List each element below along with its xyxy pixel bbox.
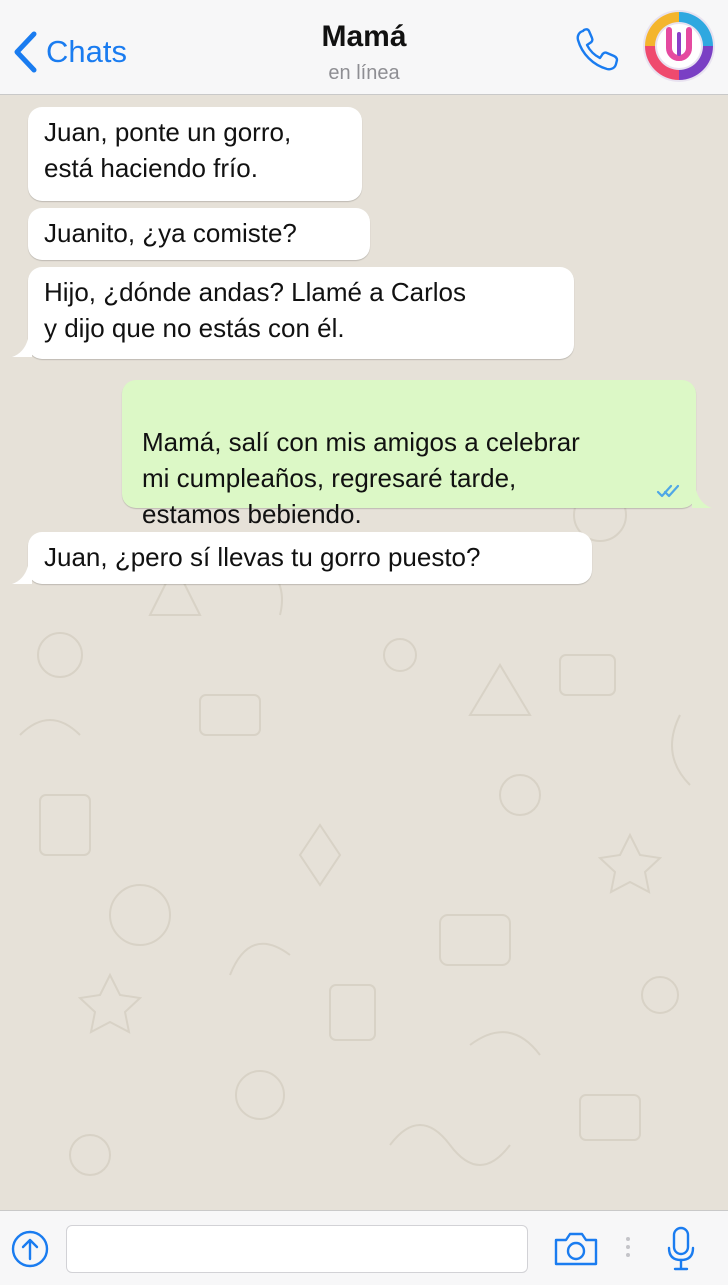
- bubble-tail: [12, 339, 32, 357]
- phone-icon[interactable]: [573, 26, 623, 74]
- message-bubble-incoming[interactable]: Hijo, ¿dónde andas? Llamé a Carlos y dij…: [28, 267, 574, 359]
- double-check-icon: [656, 484, 680, 498]
- composer-bar: [0, 1210, 728, 1285]
- message-list[interactable]: Juan, ponte un gorro, está haciendo frío…: [0, 95, 728, 1210]
- bubble-tail: [692, 490, 712, 508]
- doodle-wallpaper: [19, 406, 691, 1176]
- message-bubble-incoming[interactable]: Juanito, ¿ya comiste?: [28, 208, 370, 260]
- bubble-tail: [12, 566, 32, 584]
- share-icon[interactable]: [10, 1229, 50, 1269]
- message-input[interactable]: [66, 1225, 528, 1273]
- message-bubble-incoming[interactable]: Juan, ¿pero sí llevas tu gorro puesto?: [28, 532, 592, 584]
- microphone-icon[interactable]: [665, 1226, 697, 1272]
- avatar[interactable]: [643, 10, 715, 82]
- separator-dots: [626, 1237, 630, 1257]
- chat-header: Chats Mamá en línea: [0, 0, 728, 95]
- message-bubble-outgoing[interactable]: Mamá, salí con mis amigos a celebrar mi …: [122, 380, 696, 529]
- camera-icon[interactable]: [552, 1231, 600, 1267]
- message-bubble-incoming[interactable]: Juan, ponte un gorro, está haciendo frío…: [28, 107, 362, 201]
